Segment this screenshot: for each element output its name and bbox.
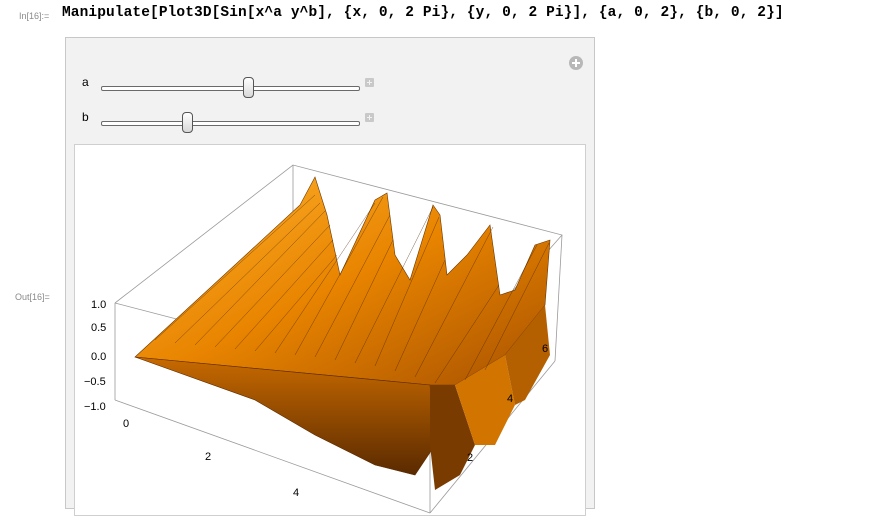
output-cell-label: Out[16]= [15,292,50,302]
control-a-label: a [82,75,89,89]
z-tick: 1.0 [91,299,106,311]
z-tick: −0.5 [84,376,106,388]
plot-output[interactable]: 1.0 0.5 0.0 −0.5 −1.0 0 2 4 2 4 6 [74,144,586,516]
options-plus-icon[interactable] [569,56,583,70]
z-tick: 0.5 [91,322,106,334]
slider-a-thumb[interactable] [243,77,255,98]
manipulate-panel: a b 1.0 0.5 0.0 −0.5 −1.0 0 2 4 2 4 6 [65,37,595,516]
z-axis-ticks: 1.0 0.5 0.0 −0.5 −1.0 [84,299,106,413]
surface [134,176,551,490]
input-code[interactable]: Manipulate[Plot3D[Sin[x^a y^b], {x, 0, 2… [62,5,784,21]
slider-a-track[interactable] [101,86,360,91]
slider-b-thumb[interactable] [181,112,193,133]
x-tick: 0 [123,418,129,430]
z-tick: −1.0 [84,401,106,413]
slider-a-expand-icon[interactable] [365,78,374,87]
slider-b-expand-icon[interactable] [365,113,374,122]
control-b-label: b [82,110,89,124]
y-tick: 4 [507,393,513,405]
y-tick: 6 [542,343,548,355]
y-tick: 2 [467,452,473,464]
x-tick: 4 [293,487,299,499]
x-axis-ticks: 0 2 4 [123,418,299,499]
slider-b-track[interactable] [101,121,360,126]
plot3d-graphic: 1.0 0.5 0.0 −0.5 −1.0 0 2 4 2 4 6 [84,164,563,514]
x-tick: 2 [205,451,211,463]
z-tick: 0.0 [91,351,106,363]
input-cell-label: In[16]:= [19,11,50,21]
